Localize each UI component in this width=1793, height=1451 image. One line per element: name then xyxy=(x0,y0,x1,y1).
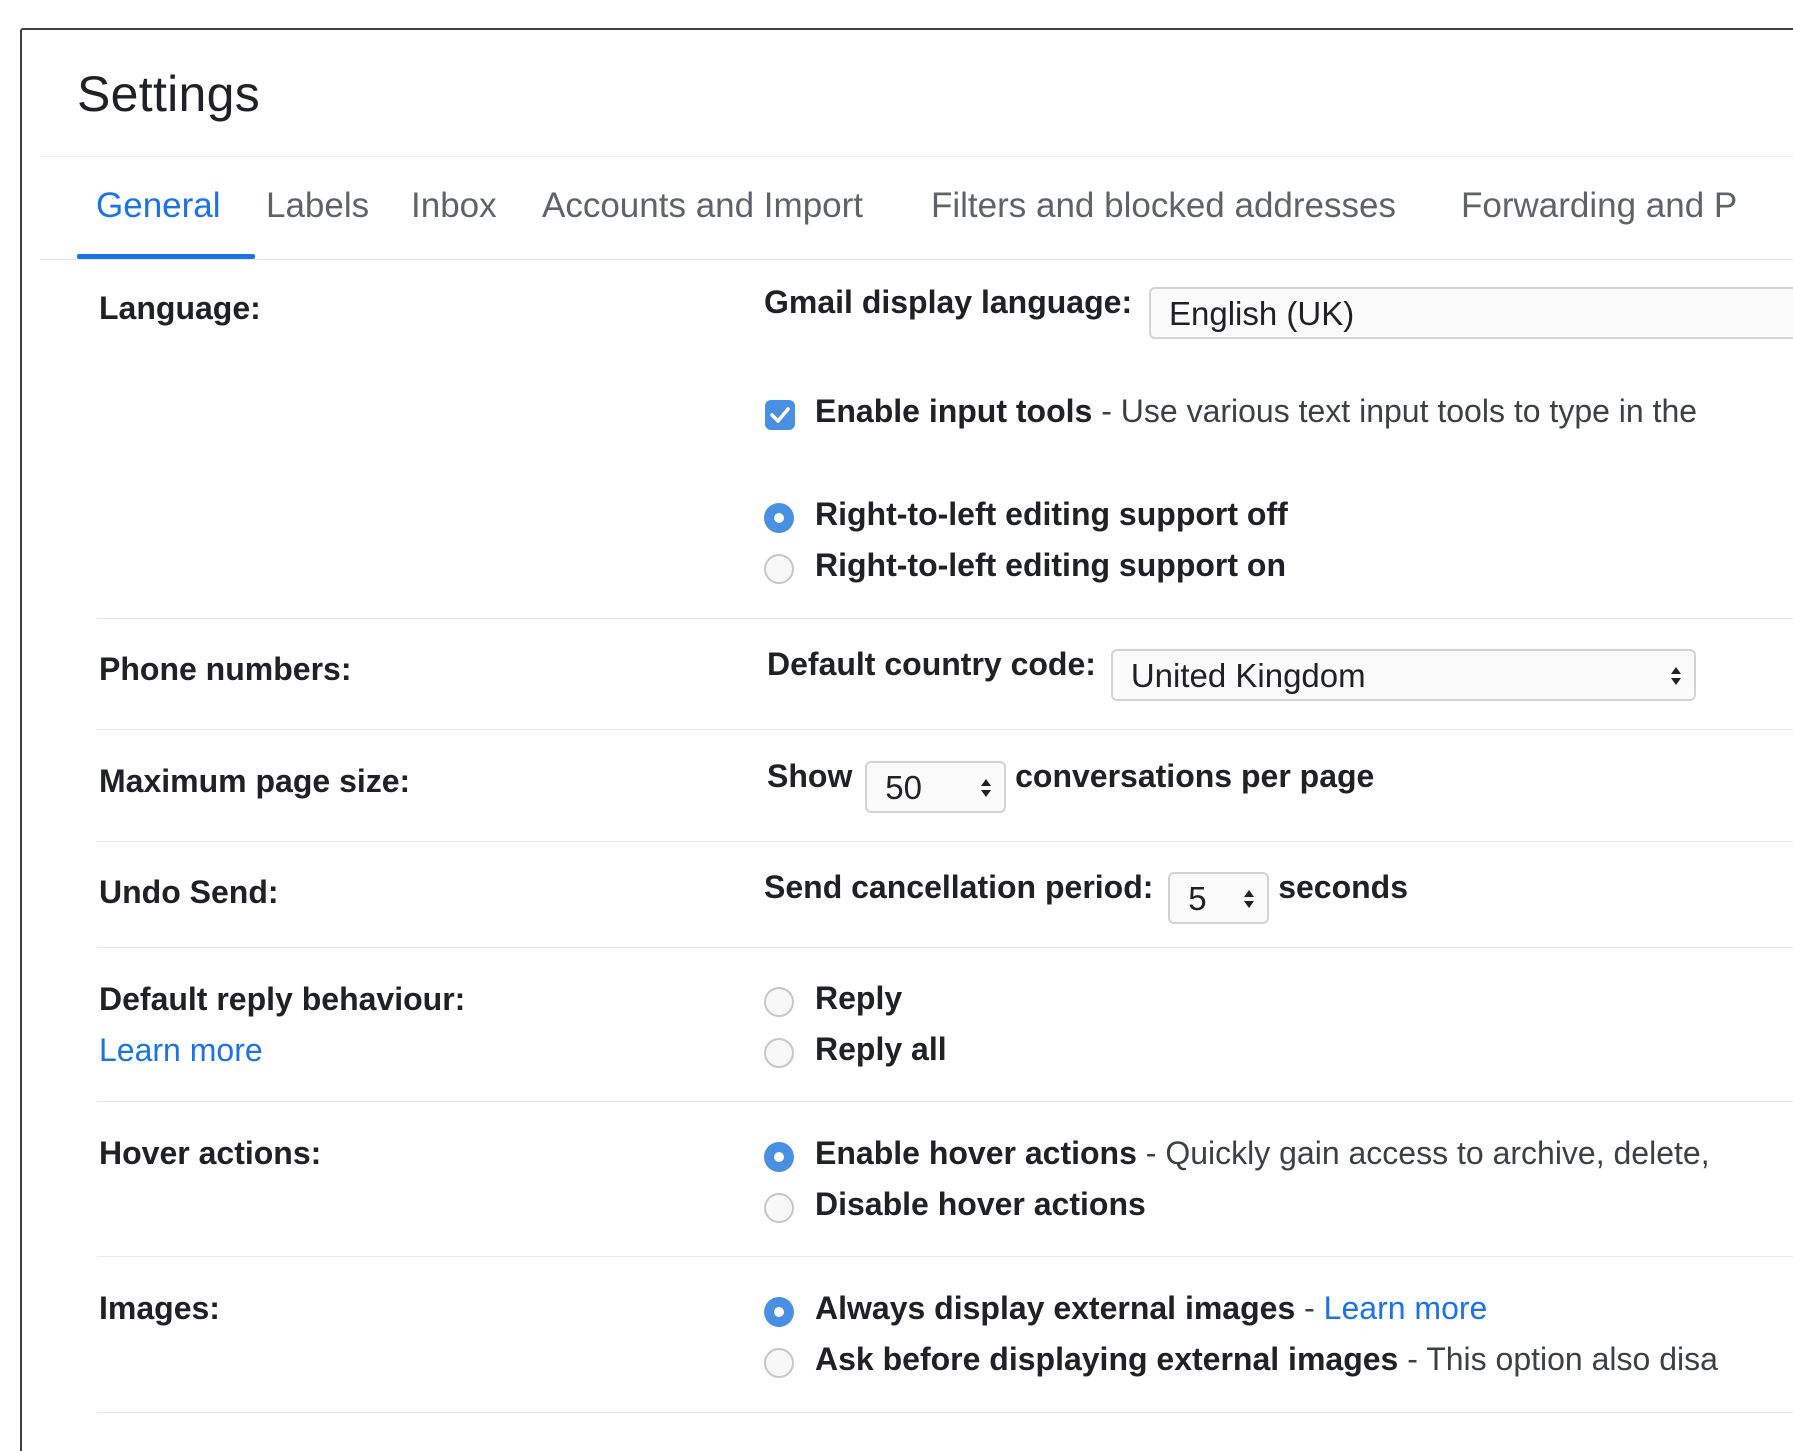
reply-all-label: Reply all xyxy=(815,1031,947,1067)
cancellation-period-select[interactable]: 5 xyxy=(1168,872,1270,924)
divider xyxy=(97,729,1793,730)
reply-radio[interactable] xyxy=(764,987,794,1017)
images-learn-more-link[interactable]: Learn more xyxy=(1324,1290,1488,1326)
tab-labels[interactable]: Labels xyxy=(266,186,369,226)
input-tools-checkbox[interactable] xyxy=(765,400,795,430)
display-language-value: English (UK) xyxy=(1168,295,1355,332)
divider xyxy=(97,841,1793,842)
conversations-per-page-label: conversations per page xyxy=(1015,758,1375,794)
country-code-row: Default country code: United Kingdom xyxy=(767,646,1696,701)
rtl-on-radio[interactable] xyxy=(764,554,794,584)
tab-accounts-and-import[interactable]: Accounts and Import xyxy=(542,186,863,226)
ask-before-images-desc: - This option also disa xyxy=(1398,1341,1718,1377)
disable-hover-label: Disable hover actions xyxy=(815,1186,1146,1222)
undo-send-row: Send cancellation period: 5 seconds xyxy=(764,869,1408,924)
tab-filters-and-blocked-addresses[interactable]: Filters and blocked addresses xyxy=(931,186,1396,226)
divider xyxy=(97,618,1793,619)
reply-learn-more-link[interactable]: Learn more xyxy=(99,1032,263,1069)
reply-label: Reply xyxy=(815,980,903,1016)
rtl-off-label: Right-to-left editing support off xyxy=(815,496,1288,532)
phone-numbers-label: Phone numbers: xyxy=(99,651,352,687)
language-label: Language: xyxy=(99,290,261,326)
divider xyxy=(40,156,1793,157)
divider xyxy=(40,259,1793,260)
divider xyxy=(97,947,1793,948)
separator-text: - xyxy=(1295,1290,1324,1326)
country-code-value: United Kingdom xyxy=(1130,657,1366,694)
always-display-images-label: Always display external images xyxy=(815,1290,1296,1326)
tab-forwarding[interactable]: Forwarding and P xyxy=(1461,186,1737,226)
display-language-label: Gmail display language: xyxy=(764,284,1133,320)
disable-hover-radio[interactable] xyxy=(764,1193,794,1223)
country-code-select[interactable]: United Kingdom xyxy=(1110,649,1696,701)
enable-hover-label: Enable hover actions xyxy=(815,1135,1137,1171)
input-tools-label: Enable input tools xyxy=(815,393,1093,429)
page-size-value: 50 xyxy=(885,769,922,806)
page-size-row: Show 50 conversations per page xyxy=(767,758,1374,813)
display-language-row: Gmail display language: English (UK) xyxy=(764,284,1793,339)
rtl-off-radio[interactable] xyxy=(764,503,794,533)
enable-hover-desc: - Quickly gain access to archive, delete… xyxy=(1136,1135,1710,1171)
ask-before-images-radio[interactable] xyxy=(764,1348,794,1378)
divider xyxy=(97,1101,1793,1102)
tab-inbox[interactable]: Inbox xyxy=(411,186,497,226)
always-display-images-radio[interactable] xyxy=(764,1297,794,1327)
cancellation-period-value: 5 xyxy=(1188,880,1207,917)
settings-tabs: General Labels Inbox Accounts and Import… xyxy=(0,186,1793,256)
page-title: Settings xyxy=(77,66,261,122)
ask-before-images-row: Ask before displaying external images - … xyxy=(815,1341,1718,1378)
always-display-images-row: Always display external images - Learn m… xyxy=(815,1290,1487,1327)
images-label: Images: xyxy=(99,1290,220,1326)
enable-hover-radio[interactable] xyxy=(764,1142,794,1172)
checkmark-icon xyxy=(770,407,790,423)
reply-behaviour-label: Default reply behaviour: xyxy=(99,981,466,1017)
page-size-select[interactable]: 50 xyxy=(865,761,1007,813)
reply-all-radio[interactable] xyxy=(764,1038,794,1068)
max-page-size-label: Maximum page size: xyxy=(99,763,411,799)
ask-before-images-label: Ask before displaying external images xyxy=(815,1341,1399,1377)
select-arrows-icon xyxy=(981,779,992,797)
seconds-label: seconds xyxy=(1278,869,1409,905)
show-label: Show xyxy=(767,758,853,794)
divider xyxy=(97,1256,1793,1257)
rtl-on-label: Right-to-left editing support on xyxy=(815,547,1286,583)
select-arrows-icon xyxy=(1244,890,1255,908)
divider xyxy=(97,1412,1793,1413)
undo-send-label: Undo Send: xyxy=(99,874,279,910)
display-language-select[interactable]: English (UK) xyxy=(1148,287,1793,339)
tab-general[interactable]: General xyxy=(96,186,221,226)
input-tools-desc: - Use various text input tools to type i… xyxy=(1092,393,1698,429)
country-code-label: Default country code: xyxy=(767,646,1096,682)
select-arrows-icon xyxy=(1670,667,1681,685)
enable-hover-row: Enable hover actions - Quickly gain acce… xyxy=(815,1135,1710,1172)
hover-actions-label: Hover actions: xyxy=(99,1135,322,1171)
input-tools-row: Enable input tools - Use various text in… xyxy=(815,393,1697,430)
cancellation-period-label: Send cancellation period: xyxy=(764,869,1154,905)
